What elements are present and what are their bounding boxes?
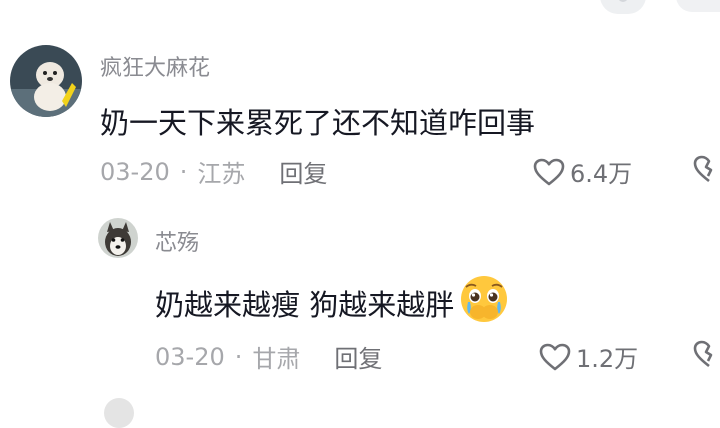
dislike-button[interactable] [692,154,720,188]
dog-photo-avatar-icon [10,45,82,117]
comment-item: 疯狂大麻花 奶一天下来累死了还不知道咋回事 03-20 · 江苏 回复 6.4万 [0,0,720,200]
comment-location: 甘肃 [252,345,301,373]
husky-photo-avatar-icon [98,218,138,258]
comment-username[interactable]: 疯狂大麻花 [100,50,210,82]
user-avatar[interactable] [98,218,138,258]
reply-button[interactable]: 回复 [334,339,382,374]
comment-location: 江苏 [197,160,246,188]
like-button[interactable]: 1.2万 [538,339,638,374]
meta-separator: · [179,157,188,186]
heart-outline-icon [539,343,571,370]
comment-username[interactable]: 芯殇 [155,225,199,257]
like-count: 6.4万 [570,160,633,188]
reply-button[interactable]: 回复 [279,154,327,189]
next-comment-avatar[interactable] [104,398,134,428]
meta-separator: · [234,342,243,371]
reply-comment-item: 芯殇 奶越来越瘦 狗越来越胖 03-20 · 甘肃 回复 1.2万 [0,200,720,400]
broken-heart-icon [693,340,713,368]
comment-text: 奶一天下来累死了还不知道咋回事 [100,100,535,142]
heart-outline-icon [533,158,565,185]
pleading-face-emoji-icon [458,274,510,331]
comment-date: 03-20 [155,342,225,371]
user-avatar[interactable] [10,45,82,117]
comment-meta: 03-20 · 江苏 回复 [100,154,327,189]
comment-text-body: 奶一天下来累死了还不知道咋回事 [100,106,536,140]
like-button[interactable]: 6.4万 [532,154,632,189]
comment-date: 03-20 [100,157,170,186]
dislike-button[interactable] [692,339,720,373]
like-count: 1.2万 [576,345,639,373]
broken-heart-icon [693,155,713,183]
comment-meta: 03-20 · 甘肃 回复 [155,339,382,374]
comment-text-body: 奶越来越瘦 狗越来越胖 [155,287,455,322]
comment-text: 奶越来越瘦 狗越来越胖 [155,274,510,331]
